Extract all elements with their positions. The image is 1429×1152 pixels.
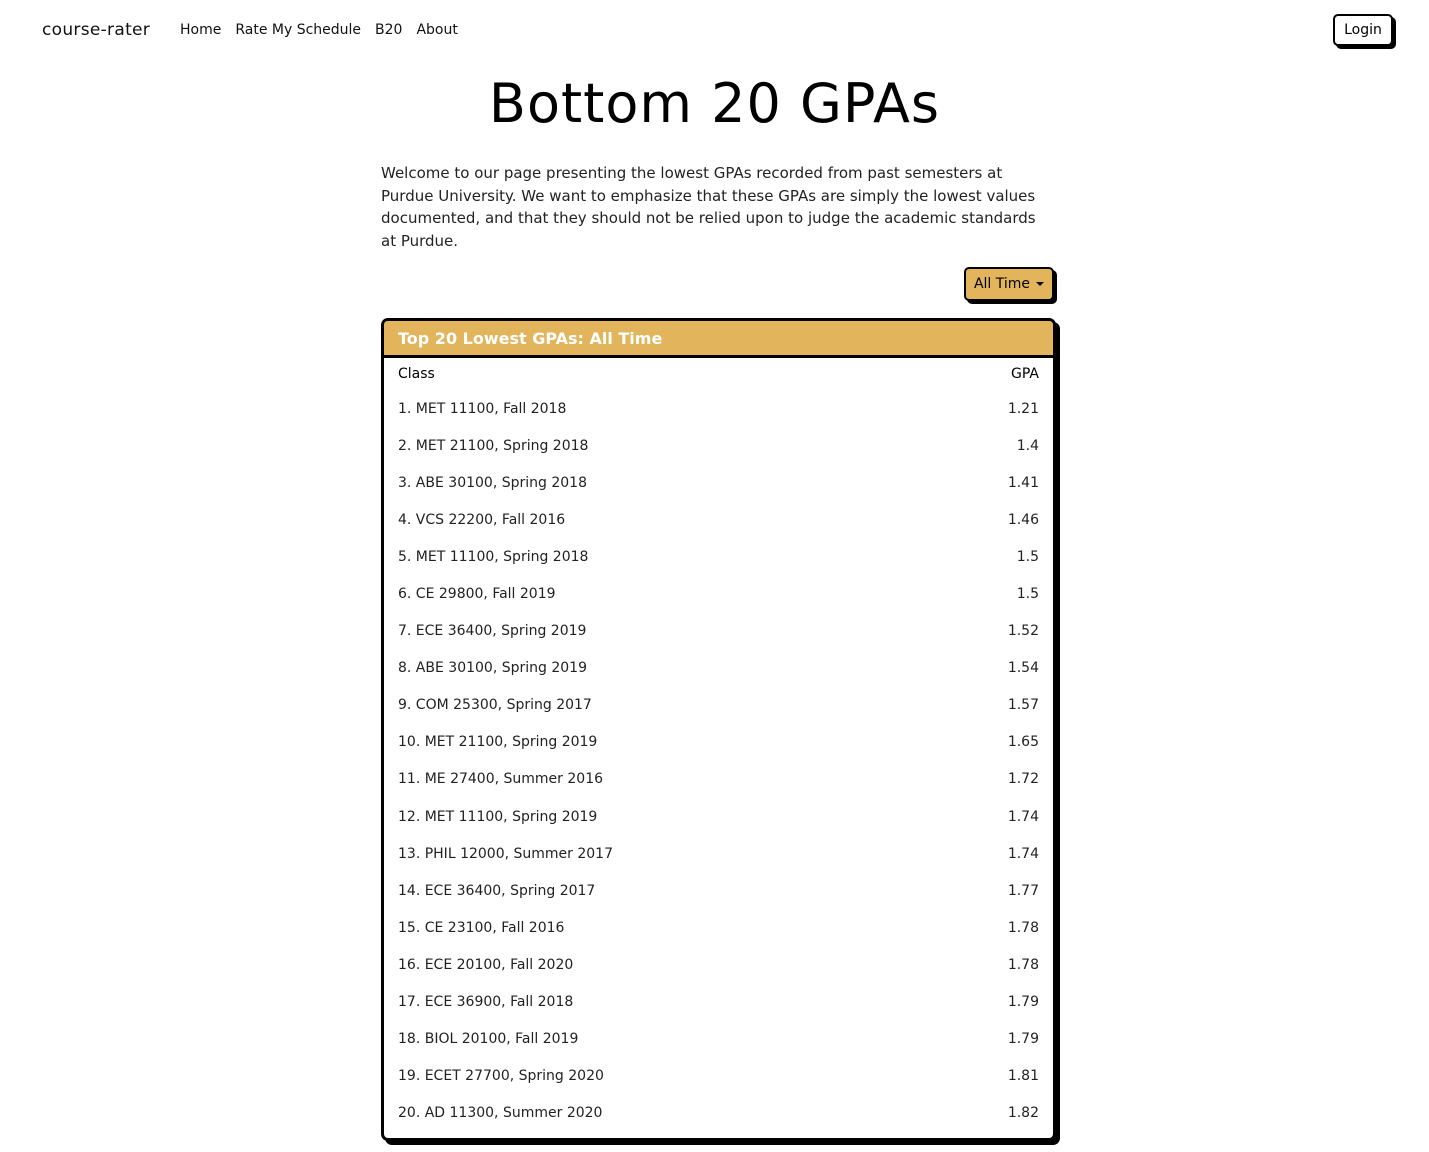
class-cell: 15. CE 23100, Fall 2016: [398, 919, 565, 936]
class-cell: 5. MET 11100, Spring 2018: [398, 548, 589, 565]
gpa-table-card: Top 20 Lowest GPAs: All Time Class GPA 1…: [381, 318, 1056, 1141]
class-cell: 12. MET 11100, Spring 2019: [398, 808, 598, 825]
class-cell: 17. ECE 36900, Fall 2018: [398, 994, 574, 1011]
gpa-cell: 1.74: [1007, 845, 1039, 862]
class-cell: 14. ECE 36400, Spring 2017: [398, 882, 596, 899]
gpa-cell: 1.79: [1007, 1031, 1039, 1048]
gpa-cell: 1.78: [1007, 919, 1039, 936]
gpa-cell: 1.57: [1007, 697, 1039, 714]
class-cell: 16. ECE 20100, Fall 2020: [398, 956, 574, 973]
table-row: 20. AD 11300, Summer 2020 1.82: [384, 1095, 1053, 1132]
gpa-cell: 1.52: [1007, 623, 1039, 640]
table-row: 16. ECE 20100, Fall 2020 1.78: [384, 946, 1053, 983]
table-row: 3. ABE 30100, Spring 2018 1.41: [384, 464, 1053, 501]
table-row: 15. CE 23100, Fall 2016 1.78: [384, 909, 1053, 946]
class-cell: 19. ECET 27700, Spring 2020: [398, 1068, 604, 1085]
intro-paragraph: Welcome to our page presenting the lowes…: [381, 164, 1036, 250]
gpa-cell: 1.4: [1016, 437, 1039, 454]
class-cell: 2. MET 21100, Spring 2018: [398, 437, 589, 454]
gpa-cell: 1.41: [1007, 474, 1039, 491]
gpa-cell: 1.79: [1007, 994, 1039, 1011]
class-cell: 11. ME 27400, Summer 2016: [398, 771, 604, 788]
class-cell: 7. ECE 36400, Spring 2019: [398, 623, 587, 640]
table-row: 11. ME 27400, Summer 2016 1.72: [384, 761, 1053, 798]
class-cell: 20. AD 11300, Summer 2020: [398, 1105, 603, 1122]
table-row: 17. ECE 36900, Fall 2018 1.79: [384, 984, 1053, 1021]
nav-link-b20[interactable]: B20: [375, 22, 402, 38]
class-cell: 10. MET 21100, Spring 2019: [398, 734, 598, 751]
gpa-cell: 1.21: [1007, 400, 1039, 417]
navbar: course-rater Home Rate My Schedule B20 A…: [0, 0, 1429, 62]
class-cell: 4. VCS 22200, Fall 2016: [398, 511, 566, 528]
table-row: 7. ECE 36400, Spring 2019 1.52: [384, 613, 1053, 650]
table-row: 18. BIOL 20100, Fall 2019 1.79: [384, 1021, 1053, 1058]
gpa-cell: 1.65: [1007, 734, 1039, 751]
gpa-cell: 1.72: [1007, 771, 1039, 788]
table-body: 1. MET 11100, Fall 2018 1.21 2. MET 21100,…: [384, 390, 1053, 1132]
card-header: Top 20 Lowest GPAs: All Time: [384, 321, 1053, 358]
brand-logo[interactable]: course-rater: [42, 20, 150, 40]
nav-links: Home Rate My Schedule B20 About: [180, 22, 458, 38]
nav-link-about[interactable]: About: [416, 22, 457, 38]
class-cell: 9. COM 25300, Spring 2017: [398, 697, 592, 714]
caret-down-icon: [1036, 282, 1045, 286]
nav-link-home[interactable]: Home: [180, 22, 221, 38]
column-header-class: Class: [398, 366, 435, 382]
class-cell: 18. BIOL 20100, Fall 2019: [398, 1031, 579, 1048]
page-title: Bottom 20 GPAs: [488, 72, 941, 135]
table-row: 4. VCS 22200, Fall 2016 1.46: [384, 501, 1053, 538]
gpa-cell: 1.54: [1007, 660, 1039, 677]
table-row: 5. MET 11100, Spring 2018 1.5: [384, 538, 1053, 575]
table-header-row: Class GPA: [384, 358, 1053, 390]
gpa-cell: 1.5: [1016, 548, 1039, 565]
table-row: 19. ECET 27700, Spring 2020 1.81: [384, 1058, 1053, 1095]
gpa-cell: 1.82: [1007, 1105, 1039, 1122]
table-row: 1. MET 11100, Fall 2018 1.21: [384, 390, 1053, 427]
gpa-cell: 1.78: [1007, 956, 1039, 973]
gpa-cell: 1.46: [1007, 511, 1039, 528]
class-cell: 13. PHIL 12000, Summer 2017: [398, 845, 613, 862]
login-button[interactable]: Login: [1333, 14, 1393, 46]
time-range-dropdown[interactable]: All Time: [964, 267, 1054, 301]
nav-link-rate-my-schedule[interactable]: Rate My Schedule: [235, 22, 361, 38]
class-cell: 8. ABE 30100, Spring 2019: [398, 660, 587, 677]
class-cell: 3. ABE 30100, Spring 2018: [398, 474, 587, 491]
class-cell: 6. CE 29800, Fall 2019: [398, 586, 556, 603]
gpa-cell: 1.5: [1016, 586, 1039, 603]
table-row: 13. PHIL 12000, Summer 2017 1.74: [384, 835, 1053, 872]
table-row: 10. MET 21100, Spring 2019 1.65: [384, 724, 1053, 761]
table-row: 14. ECE 36400, Spring 2017 1.77: [384, 872, 1053, 909]
dropdown-label: All Time: [973, 276, 1031, 292]
gpa-cell: 1.74: [1007, 808, 1039, 825]
table-row: 9. COM 25300, Spring 2017 1.57: [384, 687, 1053, 724]
table-row: 12. MET 11100, Spring 2019 1.74: [384, 798, 1053, 835]
column-header-gpa: GPA: [1011, 366, 1039, 382]
table-row: 6. CE 29800, Fall 2019 1.5: [384, 575, 1053, 612]
table-row: 2. MET 21100, Spring 2018 1.4: [384, 427, 1053, 464]
gpa-cell: 1.81: [1007, 1068, 1039, 1085]
class-cell: 1. MET 11100, Fall 2018: [398, 400, 567, 417]
gpa-cell: 1.77: [1007, 882, 1039, 899]
table-row: 8. ABE 30100, Spring 2019 1.54: [384, 650, 1053, 687]
